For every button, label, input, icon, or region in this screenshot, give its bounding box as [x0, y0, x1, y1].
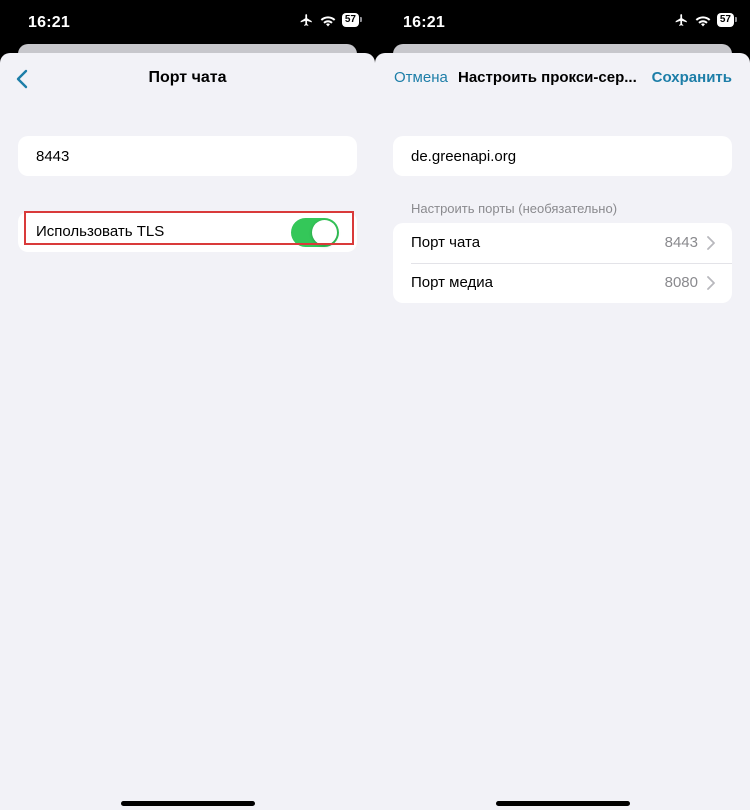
airplane-icon — [300, 14, 312, 26]
media-port-value: 8080 — [664, 274, 698, 291]
cancel-button[interactable]: Отмена — [394, 69, 448, 86]
chat-port-value: 8443 — [664, 234, 698, 251]
status-time: 16:21 — [403, 14, 445, 31]
home-indicator — [495, 801, 630, 806]
nav-bar: Порт чата — [0, 53, 375, 105]
chevron-right-icon — [707, 276, 715, 290]
toggle-knob — [312, 220, 337, 245]
server-input[interactable]: de.greenapi.org — [393, 136, 732, 176]
tls-label: Использовать TLS — [36, 223, 165, 240]
tls-toggle[interactable] — [291, 218, 339, 247]
right-screen: 16:21 57 Отмена Настроить прокси-сер... … — [375, 0, 750, 810]
media-port-row[interactable]: Порт медиа 8080 — [393, 263, 732, 303]
status-bar: 16:21 57 — [375, 0, 750, 46]
server-input-value: de.greenapi.org — [411, 148, 517, 165]
status-bar: 16:21 57 — [0, 0, 375, 46]
tls-row: Использовать TLS — [18, 212, 357, 252]
modal-sheet: Порт чата 8443 Использовать TLS — [0, 53, 375, 810]
ports-list: Порт чата 8443 Порт медиа 8080 — [393, 223, 732, 303]
status-time: 16:21 — [28, 14, 70, 31]
save-button[interactable]: Сохранить — [652, 69, 732, 86]
page-title: Порт чата — [148, 69, 227, 86]
airplane-icon — [675, 14, 687, 26]
wifi-icon — [320, 15, 336, 26]
battery-icon: 57 — [716, 13, 738, 27]
wifi-icon — [695, 15, 711, 26]
port-input[interactable]: 8443 — [18, 136, 357, 176]
page-title: Настроить прокси-сер... — [458, 69, 637, 86]
nav-bar: Отмена Настроить прокси-сер... Сохранить — [375, 53, 750, 105]
chevron-right-icon — [707, 236, 715, 250]
home-indicator — [120, 801, 255, 806]
left-screen: 16:21 57 Порт чата 8443 Использовать TLS — [0, 0, 375, 810]
chat-port-row[interactable]: Порт чата 8443 — [393, 223, 732, 264]
battery-icon: 57 — [341, 13, 363, 27]
modal-sheet: Отмена Настроить прокси-сер... Сохранить… — [375, 53, 750, 810]
chat-port-label: Порт чата — [411, 234, 481, 251]
ports-section-header: Настроить порты (необязательно) — [411, 201, 618, 216]
media-port-label: Порт медиа — [411, 274, 493, 291]
port-input-value: 8443 — [36, 148, 70, 165]
